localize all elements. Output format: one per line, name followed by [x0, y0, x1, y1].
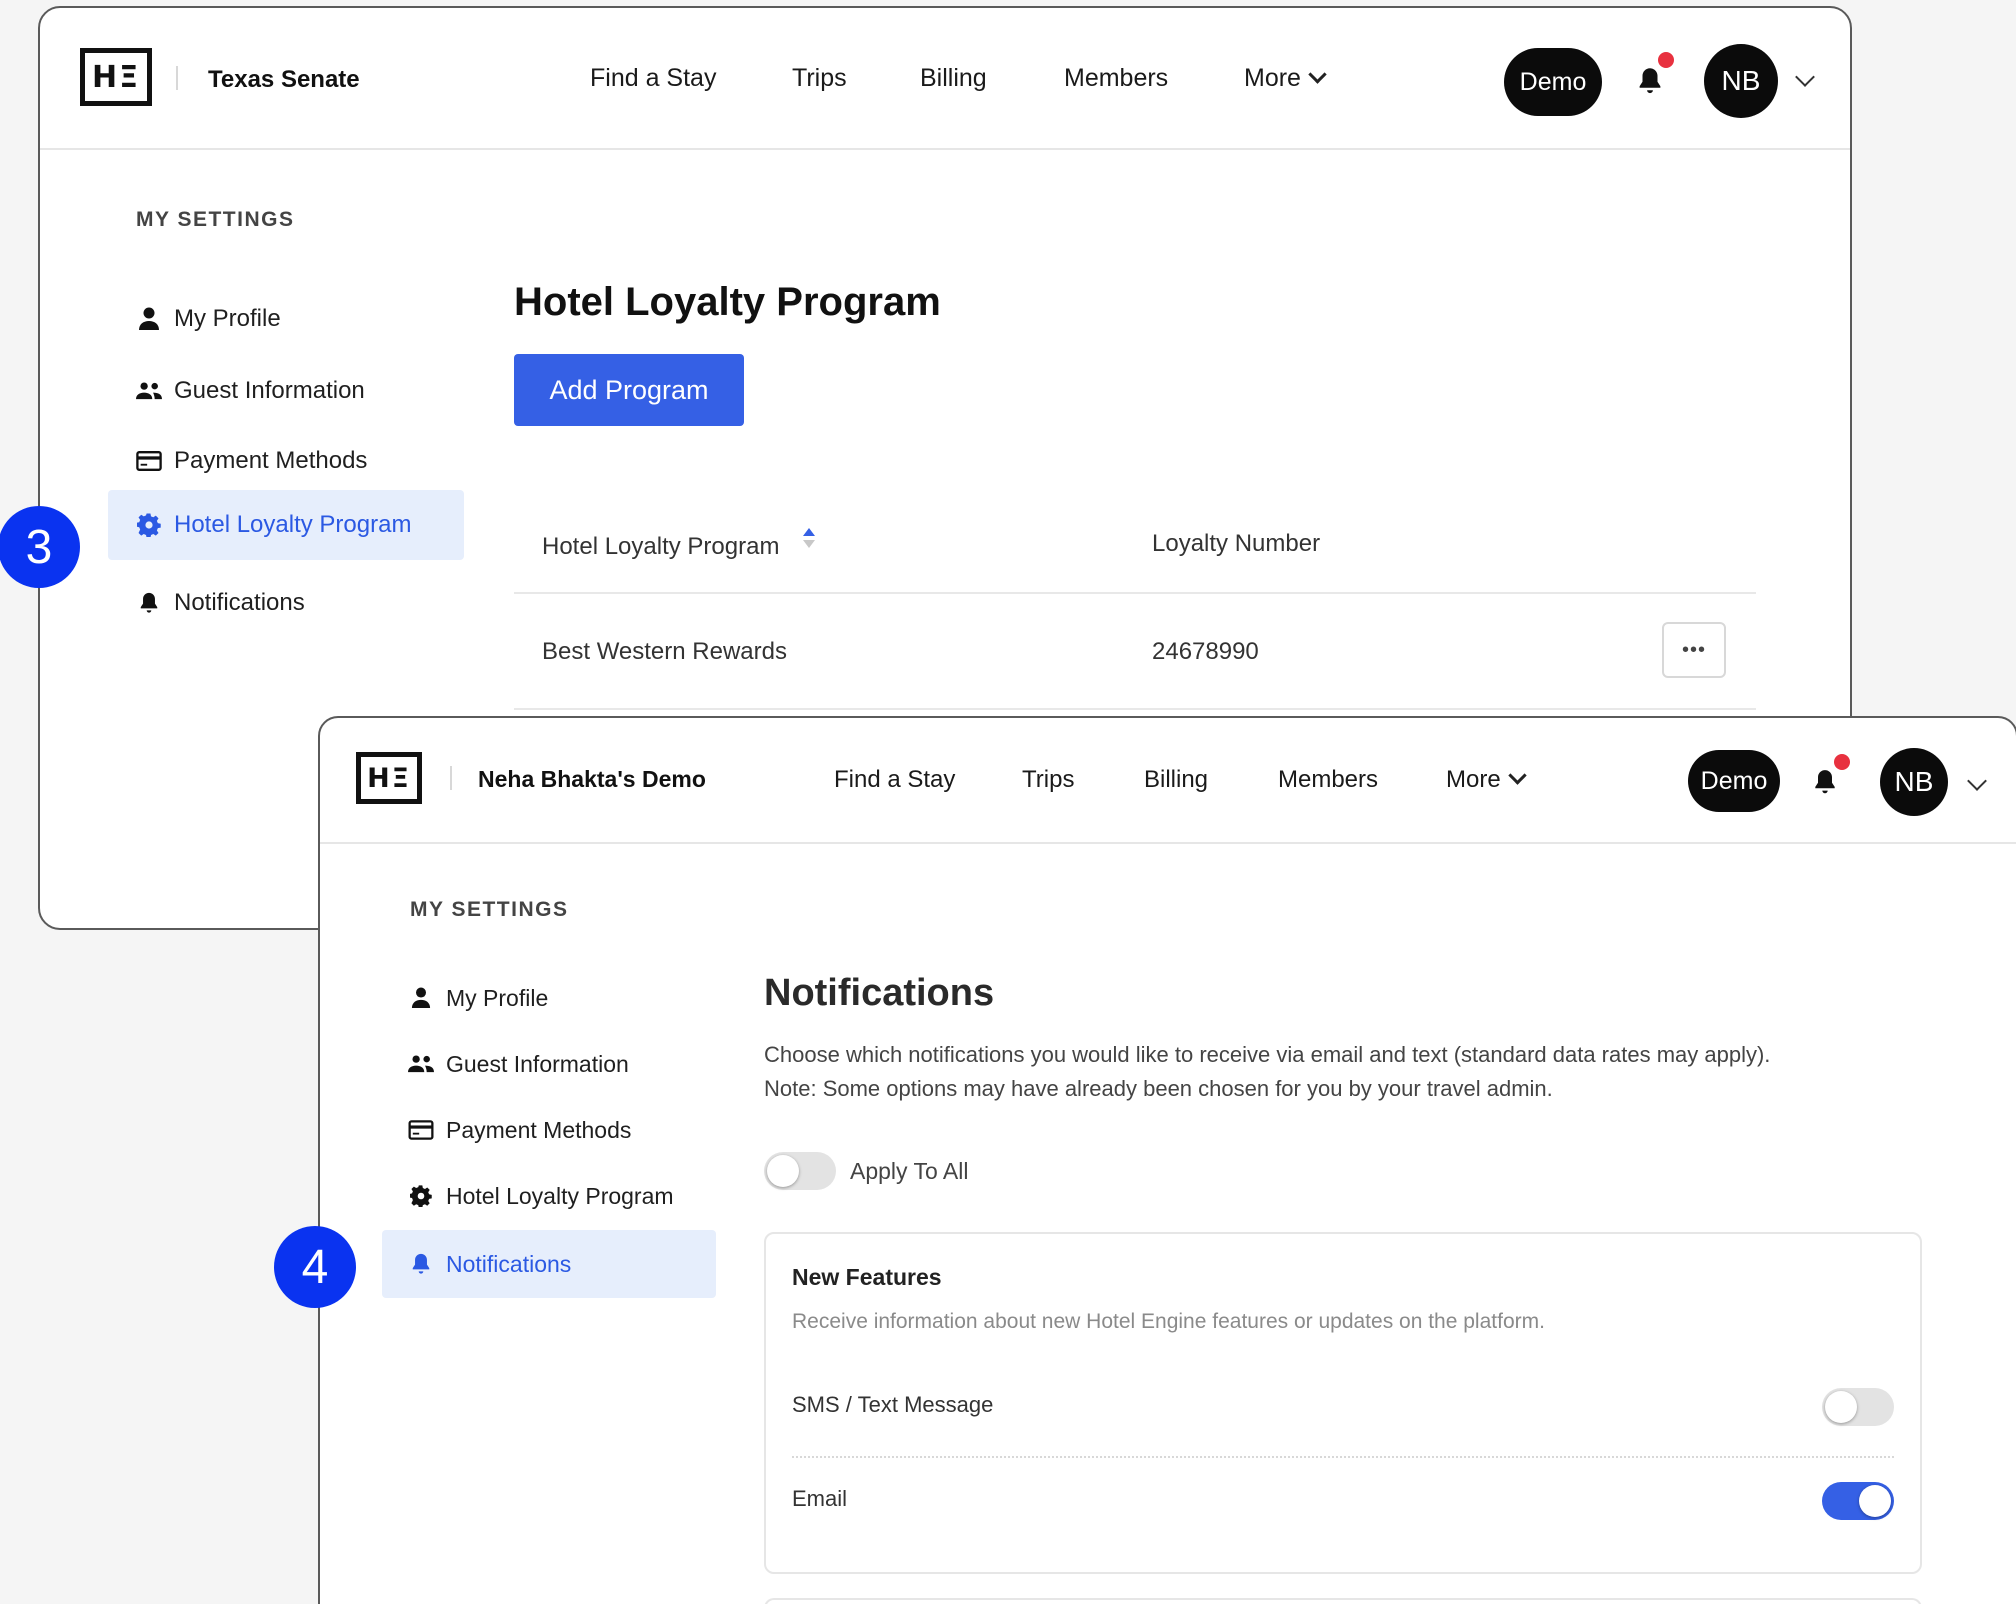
table-cell-loyalty-number: 24678990	[1152, 638, 1259, 665]
apply-to-all-toggle[interactable]	[764, 1152, 836, 1190]
notifications-bell-icon[interactable]	[1812, 768, 1838, 801]
sidebar-label: Payment Methods	[446, 1116, 632, 1143]
description-line-2: Note: Some options may have already been…	[764, 1076, 1553, 1101]
sidebar-item-payment-methods[interactable]: Payment Methods	[136, 436, 367, 486]
email-toggle[interactable]	[1822, 1482, 1894, 1520]
page-title: Hotel Loyalty Program	[514, 280, 941, 324]
bell-icon	[408, 1252, 434, 1276]
sidebar-item-my-profile[interactable]: My Profile	[408, 976, 548, 1020]
nav-billing[interactable]: Billing	[1144, 766, 1208, 794]
demo-badge[interactable]: Demo	[1688, 750, 1780, 812]
sidebar-label: Payment Methods	[174, 447, 368, 474]
sidebar-item-guest-information[interactable]: Guest Information	[136, 366, 365, 416]
credit-card-icon	[408, 1120, 434, 1140]
option-divider	[792, 1456, 1894, 1458]
table-divider	[514, 708, 1756, 710]
sidebar-item-my-profile[interactable]: My Profile	[136, 294, 281, 344]
hotel-engine-logo[interactable]: HΞ	[356, 752, 422, 804]
toggle-knob	[1825, 1391, 1857, 1423]
column-header-loyalty-number: Loyalty Number	[1152, 530, 1321, 557]
sort-arrows-icon[interactable]	[802, 526, 816, 557]
my-settings-heading: MY SETTINGS	[136, 208, 295, 231]
sidebar-item-notifications[interactable]: Notifications	[382, 1230, 716, 1298]
bell-icon	[136, 591, 162, 615]
email-option-label: Email	[792, 1486, 848, 1511]
nav-more-menu[interactable]: More	[1446, 766, 1527, 794]
logo-separator	[450, 766, 452, 790]
my-settings-heading: MY SETTINGS	[410, 898, 569, 921]
nav-members[interactable]: Members	[1278, 766, 1378, 794]
column-header-hotel-loyalty-program[interactable]: Hotel Loyalty Program	[542, 528, 816, 561]
step-badge-3: 3	[0, 506, 80, 588]
sidebar-label: Guest Information	[174, 377, 365, 404]
row-actions-more-button[interactable]: •••	[1662, 622, 1726, 678]
sidebar-label: My Profile	[446, 984, 549, 1011]
sidebar-label: My Profile	[174, 305, 281, 332]
gear-icon	[136, 513, 162, 537]
sidebar-item-hotel-loyalty-program[interactable]: Hotel Loyalty Program	[108, 490, 464, 560]
chevron-down-icon	[1507, 766, 1527, 785]
account-chevron-down-icon[interactable]	[1795, 67, 1815, 87]
unread-notification-dot	[1658, 52, 1674, 68]
nav-trips[interactable]: Trips	[792, 64, 847, 93]
nav-more-label: More	[1244, 64, 1301, 92]
nav-find-a-stay[interactable]: Find a Stay	[590, 64, 716, 93]
toggle-knob	[767, 1155, 799, 1187]
page-title: Notifications	[764, 972, 995, 1014]
top-navigation-bar: HΞ Texas Senate Find a Stay Trips Billin…	[40, 8, 1850, 150]
nav-billing[interactable]: Billing	[920, 64, 987, 93]
column-header-label: Hotel Loyalty Program	[542, 533, 780, 560]
nav-more-label: More	[1446, 766, 1501, 793]
sidebar-label: Guest Information	[446, 1050, 629, 1077]
people-icon	[136, 380, 162, 402]
sidebar-label: Hotel Loyalty Program	[174, 511, 412, 538]
next-card-edge	[764, 1598, 1922, 1604]
description-line-1: Choose which notifications you would lik…	[764, 1042, 1771, 1067]
table-divider	[514, 592, 1756, 594]
chevron-down-icon	[1308, 65, 1327, 84]
nav-trips[interactable]: Trips	[1022, 766, 1074, 794]
gear-icon	[408, 1185, 434, 1207]
logo-separator	[176, 66, 178, 90]
apply-to-all-label: Apply To All	[850, 1158, 969, 1184]
user-avatar[interactable]: NB	[1880, 748, 1948, 816]
sidebar-item-notifications[interactable]: Notifications	[136, 578, 305, 628]
toggle-knob	[1859, 1485, 1891, 1517]
sms-toggle[interactable]	[1822, 1388, 1894, 1426]
nav-members[interactable]: Members	[1064, 64, 1168, 93]
add-program-button[interactable]: Add Program	[514, 354, 744, 426]
people-icon	[408, 1054, 434, 1074]
notifications-description: Choose which notifications you would lik…	[764, 1038, 1924, 1106]
table-cell-program: Best Western Rewards	[542, 638, 787, 665]
sidebar-item-guest-information[interactable]: Guest Information	[408, 1042, 629, 1086]
card-title: New Features	[792, 1264, 942, 1290]
sidebar-label: Notifications	[446, 1250, 572, 1277]
demo-badge[interactable]: Demo	[1504, 48, 1602, 116]
account-chevron-down-icon[interactable]	[1967, 771, 1987, 791]
organization-name: Neha Bhakta's Demo	[478, 766, 706, 792]
hotel-engine-logo[interactable]: HΞ	[80, 48, 152, 106]
sms-option-label: SMS / Text Message	[792, 1392, 994, 1417]
notifications-window: HΞ Neha Bhakta's Demo Find a Stay Trips …	[318, 716, 2016, 1604]
sidebar-label: Notifications	[174, 589, 305, 616]
top-navigation-bar: HΞ Neha Bhakta's Demo Find a Stay Trips …	[320, 718, 2016, 844]
organization-name: Texas Senate	[208, 66, 360, 93]
step-badge-4: 4	[274, 1226, 356, 1308]
card-subtitle: Receive information about new Hotel Engi…	[792, 1310, 1545, 1333]
person-icon	[408, 987, 434, 1009]
nav-find-a-stay[interactable]: Find a Stay	[834, 766, 955, 794]
user-avatar[interactable]: NB	[1704, 44, 1778, 118]
credit-card-icon	[136, 450, 162, 472]
sidebar-item-hotel-loyalty-program[interactable]: Hotel Loyalty Program	[408, 1174, 674, 1218]
nav-more-menu[interactable]: More	[1244, 64, 1327, 93]
new-features-card: New Features Receive information about n…	[764, 1232, 1922, 1574]
person-icon	[136, 307, 162, 331]
sidebar-label: Hotel Loyalty Program	[446, 1182, 674, 1209]
notifications-bell-icon[interactable]	[1636, 66, 1664, 101]
unread-notification-dot	[1834, 754, 1850, 770]
sidebar-item-payment-methods[interactable]: Payment Methods	[408, 1108, 631, 1152]
